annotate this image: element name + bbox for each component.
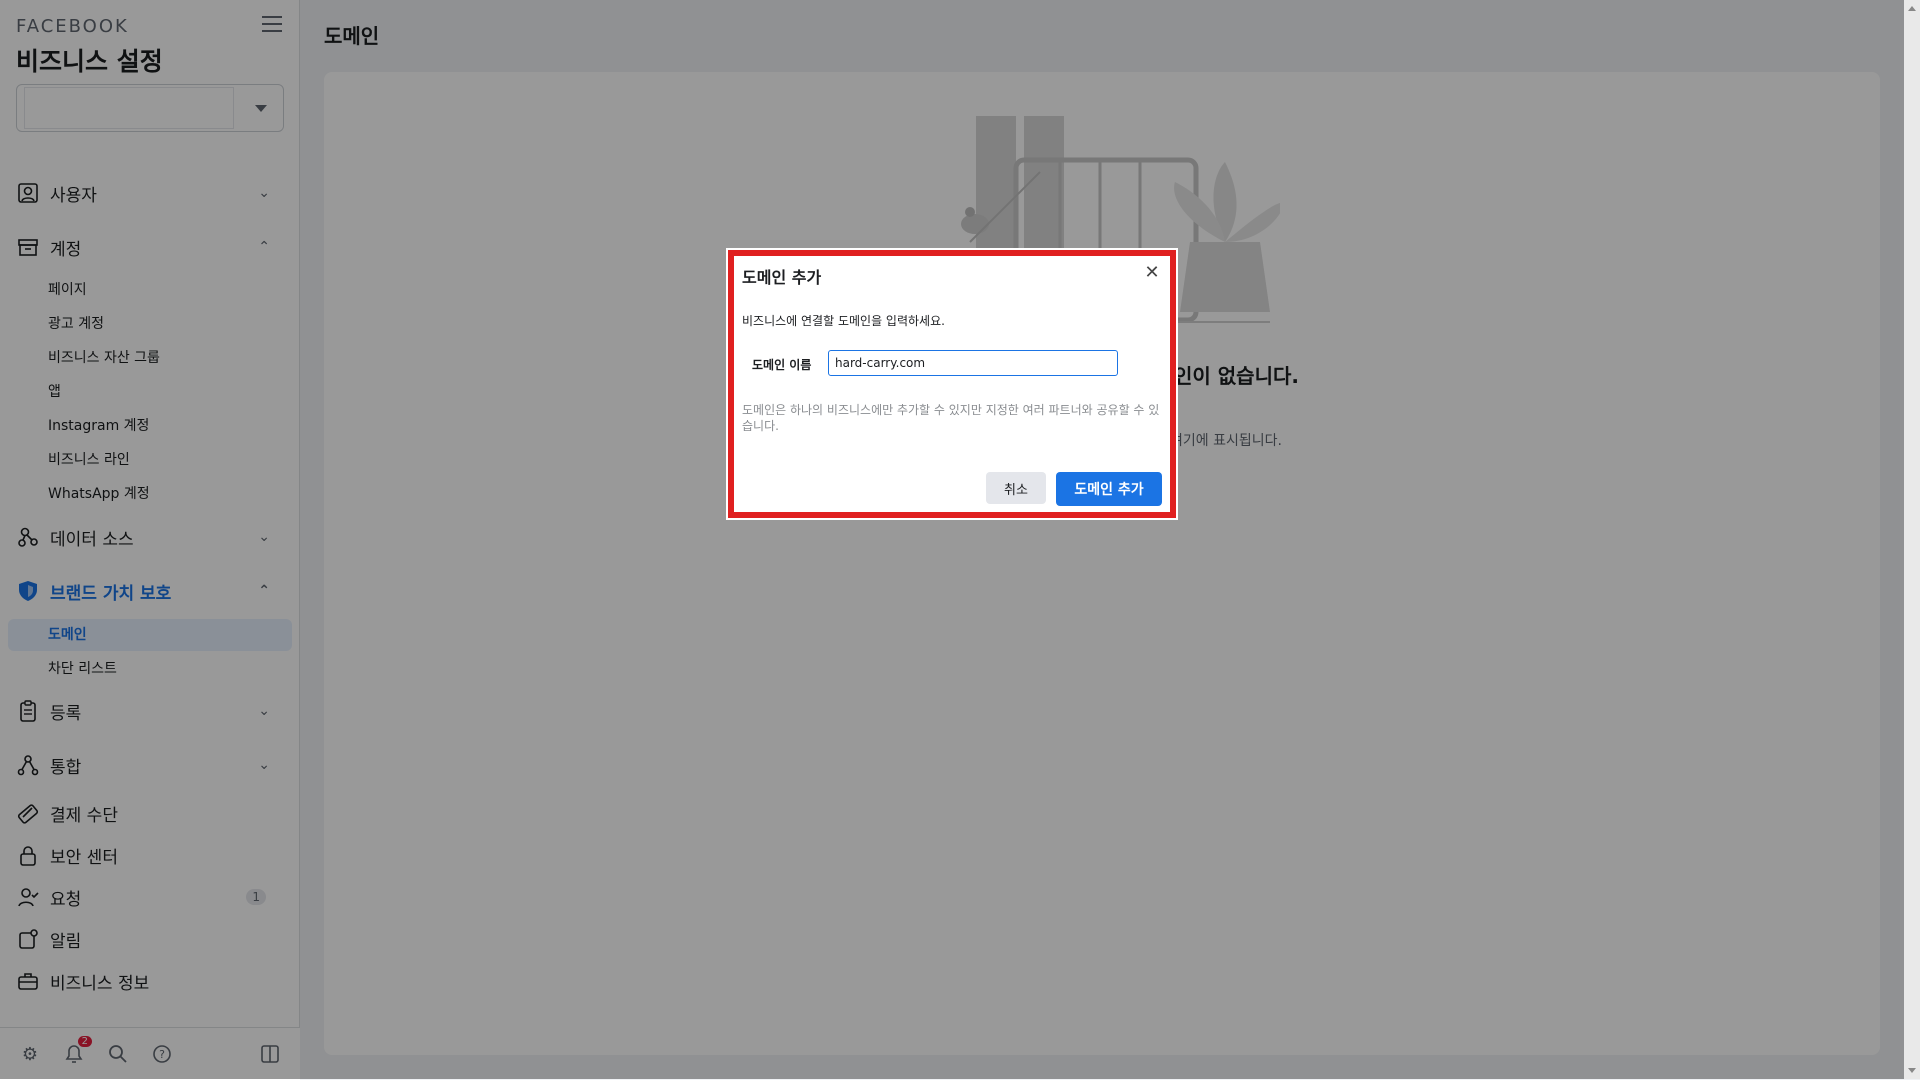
scroll-up-icon[interactable] <box>1908 6 1916 11</box>
add-domain-button[interactable]: 도메인 추가 <box>1056 472 1162 506</box>
modal-backdrop[interactable] <box>0 0 1920 1079</box>
scroll-down-icon[interactable] <box>1908 1068 1916 1073</box>
domain-name-label: 도메인 이름 <box>752 358 812 372</box>
dialog-note: 도메인은 하나의 비즈니스에만 추가할 수 있지만 지정한 여러 파트너와 공유… <box>742 403 1160 433</box>
domain-name-input[interactable] <box>828 350 1118 376</box>
page-scrollbar[interactable] <box>1904 0 1920 1079</box>
dialog-title: 도메인 추가 <box>742 268 822 287</box>
dialog-description: 비즈니스에 연결할 도메인을 입력하세요. <box>742 314 945 328</box>
cancel-button[interactable]: 취소 <box>986 472 1046 504</box>
add-domain-dialog: 도메인 추가 ✕ 비즈니스에 연결할 도메인을 입력하세요. 도메인 이름 도메… <box>728 250 1176 518</box>
close-icon[interactable]: ✕ <box>1142 262 1162 283</box>
